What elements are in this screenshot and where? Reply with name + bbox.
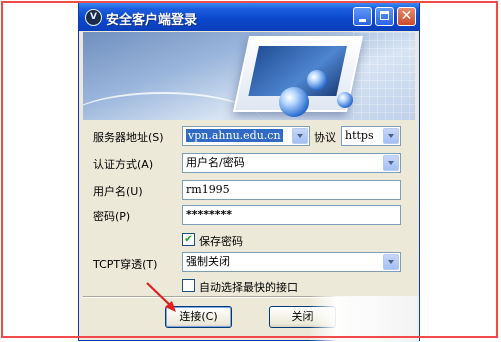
chevron-down-icon[interactable]: [383, 254, 399, 270]
username-input[interactable]: rm1995: [182, 180, 401, 200]
banner-globe-icon: [337, 92, 353, 108]
auto-select-checkbox[interactable]: [182, 279, 195, 292]
auto-select-label[interactable]: 自动选择最快的接口: [199, 279, 298, 295]
server-address-value: vpn.ahnu.edu.cn: [186, 129, 283, 142]
server-address-combobox[interactable]: vpn.ahnu.edu.cn: [182, 126, 310, 146]
chevron-down-icon[interactable]: [292, 128, 308, 144]
minimize-icon: [359, 19, 366, 22]
annotation-arrow-icon: [146, 282, 176, 312]
auth-method-select[interactable]: 用户名/密码: [182, 153, 401, 173]
close-window-button[interactable]: ✕: [397, 7, 416, 26]
protocol-value: https: [345, 129, 374, 142]
maximize-icon: [380, 11, 389, 20]
password-label: 密码(P): [93, 210, 131, 223]
auth-method-value: 用户名/密码: [186, 156, 245, 169]
minimize-button[interactable]: [353, 7, 372, 26]
maximize-button[interactable]: [375, 7, 394, 26]
tcpt-label: TCPT穿透(T): [93, 258, 158, 271]
banner-globe-icon: [279, 87, 309, 117]
chevron-down-icon[interactable]: [383, 155, 399, 171]
app-logo-icon: V: [85, 9, 102, 26]
header-banner-image: [83, 32, 415, 120]
protocol-label: 协议: [314, 131, 336, 144]
login-dialog: V 安全客户端登录 ✕ 服务器地址(S) vpn.ahnu.edu.cn 协议 …: [78, 2, 420, 342]
tcpt-value: 强制关闭: [186, 255, 230, 268]
chevron-down-icon[interactable]: [383, 128, 399, 144]
server-address-label: 服务器地址(S): [93, 131, 164, 144]
tcpt-select[interactable]: 强制关闭: [182, 252, 401, 272]
save-password-label[interactable]: 保存密码: [199, 233, 243, 249]
username-label: 用户名(U): [93, 185, 143, 198]
title-bar[interactable]: V 安全客户端登录 ✕: [79, 3, 419, 31]
auth-method-label: 认证方式(A): [93, 158, 154, 171]
close-icon: ✕: [400, 8, 413, 24]
password-input[interactable]: ********: [182, 205, 401, 225]
window-title: 安全客户端登录: [106, 13, 198, 28]
blurred-region: [309, 296, 419, 342]
save-password-checkbox[interactable]: ✔: [182, 233, 195, 246]
banner-globe-icon: [307, 70, 327, 90]
protocol-select[interactable]: https: [341, 126, 401, 146]
